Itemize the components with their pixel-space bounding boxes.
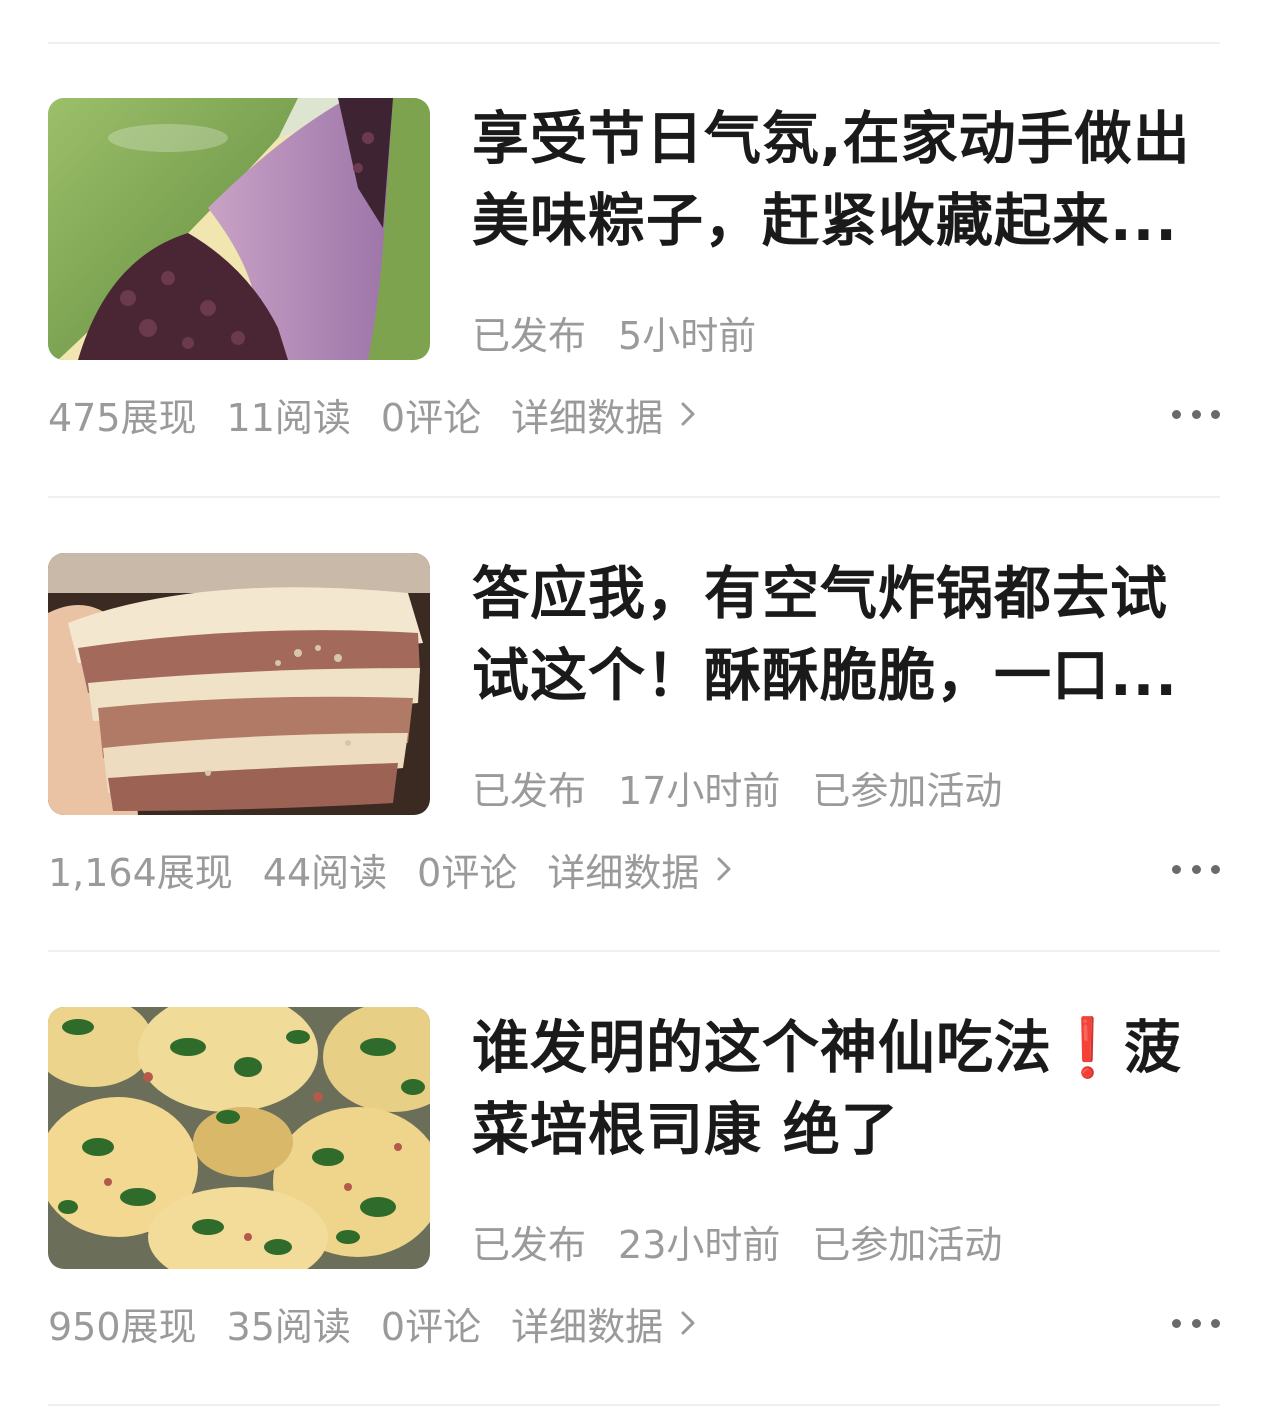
thumbnail-zongzi[interactable] bbox=[48, 98, 430, 360]
comments-count: 0评论 bbox=[380, 395, 482, 440]
detail-data-link[interactable]: 详细数据 bbox=[547, 842, 737, 897]
views-count: 950展现 bbox=[48, 1304, 197, 1349]
activity-status: 已参加活动 bbox=[812, 1222, 1003, 1267]
article-title[interactable]: 谁发明的这个神仙吃法❗菠菜培根司康 绝了 bbox=[472, 1007, 1212, 1171]
comments-count: 0评论 bbox=[417, 850, 518, 895]
detail-data-link[interactable]: 详细数据 bbox=[511, 1296, 701, 1351]
article-meta: 已发布 23小时前 已参加活动 bbox=[472, 1213, 1002, 1269]
detail-data-label: 详细数据 bbox=[511, 1304, 664, 1349]
more-dots-icon[interactable] bbox=[1172, 394, 1220, 434]
publish-status: 已发布 bbox=[472, 1222, 587, 1267]
detail-data-label: 详细数据 bbox=[511, 395, 664, 440]
chevron-right-icon bbox=[675, 401, 701, 427]
detail-data-link[interactable]: 详细数据 bbox=[511, 387, 701, 442]
article-title[interactable]: 享受节日气氛,在家动手做出美味粽子，赶紧收藏起来... bbox=[472, 98, 1212, 262]
activity-status: 已参加活动 bbox=[812, 768, 1003, 813]
chevron-right-icon bbox=[675, 1310, 701, 1336]
article-card[interactable]: 答应我，有空气炸锅都去试试这个！酥酥脆脆，一口... 已发布 17小时前 已参加… bbox=[0, 497, 1276, 951]
publish-time: 17小时前 bbox=[618, 768, 781, 813]
publish-status: 已发布 bbox=[472, 768, 587, 813]
publish-time: 5小时前 bbox=[618, 313, 757, 358]
divider-bottom bbox=[48, 1404, 1220, 1406]
article-meta: 已发布 5小时前 bbox=[472, 304, 756, 360]
more-dots-icon[interactable] bbox=[1172, 1303, 1220, 1343]
reads-count: 11阅读 bbox=[226, 395, 351, 440]
comments-count: 0评论 bbox=[380, 1304, 482, 1349]
article-card[interactable]: 谁发明的这个神仙吃法❗菠菜培根司康 绝了 已发布 23小时前 已参加活动 950… bbox=[0, 951, 1276, 1405]
article-title[interactable]: 答应我，有空气炸锅都去试试这个！酥酥脆脆，一口... bbox=[472, 553, 1212, 717]
publish-status: 已发布 bbox=[472, 313, 587, 358]
more-dots-icon[interactable] bbox=[1172, 849, 1220, 889]
article-stats: 475展现 11阅读 0评论 详细数据 bbox=[48, 386, 701, 442]
title-text-start: 谁发明的这个神仙吃法 bbox=[472, 1015, 1052, 1081]
publish-time: 23小时前 bbox=[618, 1222, 781, 1267]
reads-count: 44阅读 bbox=[262, 850, 388, 895]
exclamation-icon: ❗ bbox=[1052, 1015, 1124, 1081]
detail-data-label: 详细数据 bbox=[547, 850, 700, 895]
views-count: 1,164展现 bbox=[48, 850, 233, 895]
article-card[interactable]: 享受节日气氛,在家动手做出美味粽子，赶紧收藏起来... 已发布 5小时前 475… bbox=[0, 42, 1276, 496]
chevron-right-icon bbox=[711, 856, 737, 882]
article-meta: 已发布 17小时前 已参加活动 bbox=[472, 759, 1002, 815]
article-stats: 1,164展现 44阅读 0评论 详细数据 bbox=[48, 841, 737, 897]
article-stats: 950展现 35阅读 0评论 详细数据 bbox=[48, 1295, 701, 1351]
thumbnail-spinach-scone[interactable] bbox=[48, 1007, 430, 1269]
thumbnail-flaky-pastry[interactable] bbox=[48, 553, 430, 815]
views-count: 475展现 bbox=[48, 395, 197, 440]
reads-count: 35阅读 bbox=[226, 1304, 351, 1349]
